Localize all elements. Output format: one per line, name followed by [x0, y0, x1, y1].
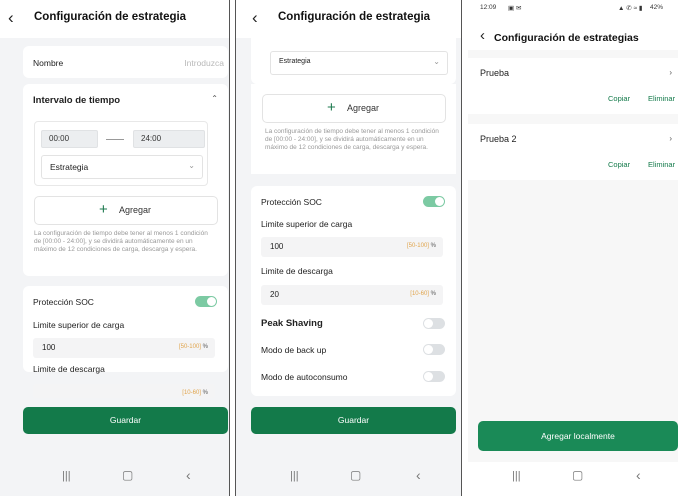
name-label: Nombre	[33, 58, 64, 68]
delete-button[interactable]: Eliminar	[648, 160, 675, 169]
delete-button[interactable]: Eliminar	[648, 94, 675, 103]
back-arrow-icon[interactable]: ‹	[8, 9, 22, 27]
time-config-note: La configuración de tiempo debe tener al…	[34, 230, 208, 253]
backup-mode-toggle[interactable]	[423, 344, 445, 355]
copy-button[interactable]: Copiar	[608, 94, 630, 103]
soc-card: Protección SOC Limite superior de carga …	[251, 186, 456, 396]
soc-label: Protección SOC	[261, 197, 322, 207]
battery-percent: 42%	[650, 4, 664, 11]
strategy-item-2[interactable]: Prueba 2 › Copiar Eliminar	[468, 124, 678, 180]
upper-limit-label: Limite superior de carga	[261, 219, 353, 229]
add-button[interactable]: + Agregar	[262, 94, 446, 123]
interval-title: Intervalo de tiempo	[33, 95, 121, 106]
chevron-down-icon: ⌄	[433, 57, 440, 66]
discharge-limit-label: Limite de descarga	[33, 364, 105, 374]
start-time-input[interactable]: 00:00	[41, 130, 98, 148]
chevron-right-icon[interactable]: ›	[669, 134, 672, 143]
notification-icons: ▣ ✉	[508, 5, 522, 12]
soc-label: Protección SOC	[33, 297, 94, 307]
system-nav-bar: ||| ▢ ‹	[236, 462, 461, 496]
page-title: Configuración de estrategia	[278, 11, 431, 23]
range-dash	[106, 139, 124, 140]
autoconsumo-mode-toggle[interactable]	[423, 371, 445, 382]
discharge-limit-input[interactable]: [10-60] %	[33, 384, 215, 398]
recents-icon[interactable]: |||	[512, 470, 521, 482]
strategy-name: Prueba	[480, 68, 510, 78]
back-arrow-icon[interactable]: ‹	[252, 9, 266, 27]
upper-limit-input[interactable]: 100 [50-100] %	[33, 338, 215, 358]
signal-icons: ▲ ✆ ≈ ▮	[618, 5, 643, 12]
status-time: 12:09	[480, 4, 497, 11]
end-time-input[interactable]: 24:00	[133, 130, 205, 148]
save-button[interactable]: Guardar	[251, 407, 456, 434]
screen-strategy-config-2: Estrategia ⌄ ‹ Configuración de estrateg…	[235, 0, 462, 496]
peak-shaving-label: Peak Shaving	[261, 318, 323, 329]
discharge-limit-input[interactable]: 20 [10-60] %	[261, 285, 443, 305]
chevron-up-icon[interactable]: ⌃	[211, 94, 218, 103]
upper-limit-label: Limite superior de carga	[33, 320, 125, 330]
recents-icon[interactable]: |||	[62, 470, 71, 482]
name-card: Nombre Introduzca	[23, 46, 228, 78]
autoconsumo-mode-label: Modo de autoconsumo	[261, 372, 348, 382]
strategy-item-1[interactable]: Prueba › Copiar Eliminar	[468, 58, 678, 114]
backup-mode-label: Modo de back up	[261, 345, 327, 355]
plus-icon: +	[99, 201, 108, 218]
home-icon[interactable]: ▢	[122, 468, 133, 482]
soc-card: Protección SOC Limite superior de carga …	[23, 286, 228, 374]
add-locally-button[interactable]: Agregar localmente	[478, 421, 678, 451]
back-icon[interactable]: ‹	[186, 467, 191, 483]
interval-card-partial: Estrategia ⌄	[251, 30, 456, 84]
header: 12:09 ▣ ✉ ▲ ✆ ≈ ▮ 42% ‹ Configuración de…	[468, 0, 678, 50]
back-icon[interactable]: ‹	[416, 467, 421, 483]
page-title: Configuración de estrategia	[34, 11, 187, 23]
system-nav-bar: ||| ▢ ‹	[468, 462, 678, 496]
strategy-select[interactable]: Estrategia ⌄	[41, 155, 203, 179]
save-button[interactable]: Guardar	[23, 407, 228, 434]
page-title: Configuración de estrategias	[494, 32, 639, 44]
time-config-note: La configuración de tiempo debe tener al…	[265, 128, 439, 151]
plus-icon: +	[327, 99, 336, 116]
back-arrow-icon[interactable]: ‹	[480, 27, 494, 45]
strategy-name: Prueba 2	[480, 134, 517, 144]
upper-limit-input[interactable]: 100 [50-100] %	[261, 237, 443, 257]
header: ‹ Configuración de estrategia	[236, 0, 461, 38]
system-nav-bar: ||| ▢ ‹	[0, 462, 229, 496]
interval-card: Intervalo de tiempo ⌃ 00:00 24:00 Estrat…	[23, 84, 228, 276]
time-range-box: 00:00 24:00 Estrategia ⌄	[34, 121, 208, 186]
copy-button[interactable]: Copiar	[608, 160, 630, 169]
soc-toggle[interactable]	[423, 196, 445, 207]
chevron-down-icon: ⌄	[188, 161, 195, 170]
header: ‹ Configuración de estrategia	[0, 0, 229, 38]
soc-toggle[interactable]	[195, 296, 217, 307]
add-button[interactable]: + Agregar	[34, 196, 218, 225]
back-icon[interactable]: ‹	[636, 467, 641, 483]
chevron-right-icon[interactable]: ›	[669, 68, 672, 77]
screen-strategy-config-1: ‹ Configuración de estrategia Nombre Int…	[0, 0, 230, 496]
add-section: + Agregar La configuración de tiempo deb…	[251, 84, 456, 174]
home-icon[interactable]: ▢	[350, 468, 361, 482]
discharge-limit-label: Limite de descarga	[261, 266, 333, 276]
strategy-select[interactable]: Estrategia ⌄	[270, 51, 448, 75]
screen-strategy-list: 12:09 ▣ ✉ ▲ ✆ ≈ ▮ 42% ‹ Configuración de…	[468, 0, 678, 496]
recents-icon[interactable]: |||	[290, 470, 299, 482]
name-input[interactable]: Introduzca	[184, 58, 224, 68]
peak-shaving-toggle[interactable]	[423, 318, 445, 329]
home-icon[interactable]: ▢	[572, 468, 583, 482]
